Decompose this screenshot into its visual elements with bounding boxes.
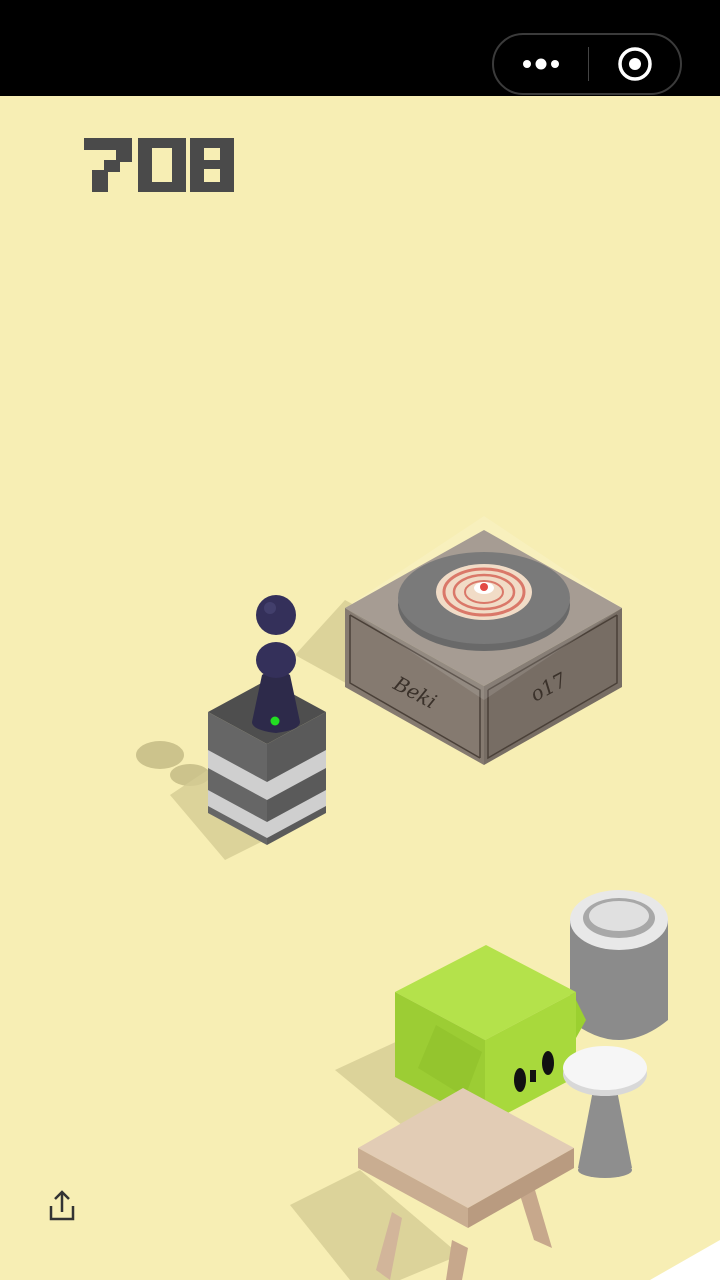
target-circle-icon [618,47,652,81]
score-digits [84,138,234,192]
score-display: 708 [80,134,280,196]
menu-capsule [492,33,682,95]
game-canvas[interactable] [0,96,720,1280]
more-dots-icon [523,58,559,70]
top-bar [0,0,720,96]
close-button[interactable] [590,35,680,93]
share-icon [49,1190,75,1221]
more-button[interactable] [494,35,588,93]
share-button[interactable] [42,1186,82,1226]
capsule-divider [588,47,589,81]
